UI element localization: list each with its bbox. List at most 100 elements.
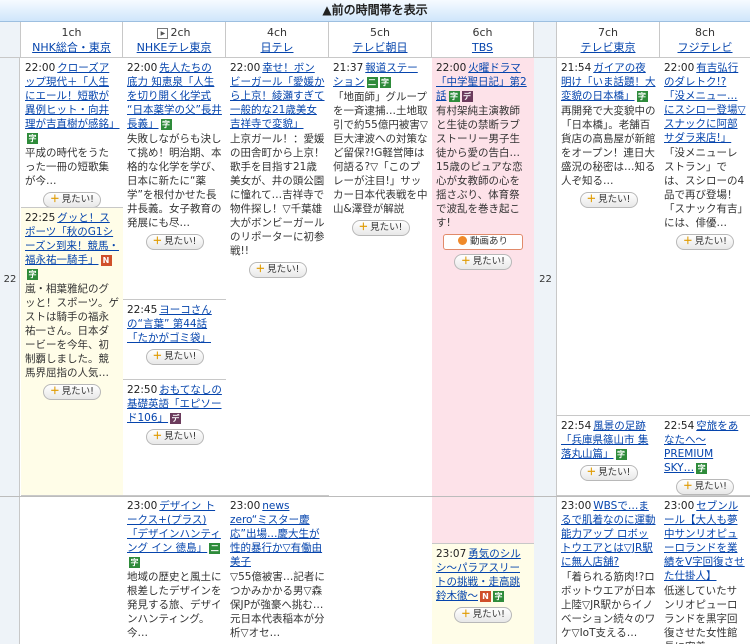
program-description: ▽55億被害…記者につかみかかる男▽森保JPが強豪へ挑む…元日本代表稲本が分析▽… xyxy=(230,571,325,639)
program-time: 23:00 xyxy=(127,500,158,512)
data-broadcast-badge-icon: デ xyxy=(170,413,182,424)
channel-number: 8ch xyxy=(694,26,716,39)
channel-header-7: 7ch テレビ東京 xyxy=(557,22,660,58)
program-time: 23:00 xyxy=(230,500,261,512)
caption-badge-icon: 字 xyxy=(27,269,38,280)
program-time: 22:00 xyxy=(127,62,158,74)
want-to-watch-button[interactable]: ＋見たい! xyxy=(145,429,204,445)
play-icon[interactable]: ▶ xyxy=(157,28,169,39)
hour-label: 22 xyxy=(539,274,552,285)
hour-header-blank xyxy=(0,22,21,58)
program-time: 22:00 xyxy=(436,62,467,74)
program-description: 有村架純主演教師と生徒の禁断ラブストーリー男子生徒から愛の告白…15歳のピュアな… xyxy=(436,105,523,229)
program-description: 失敗しながらも決して挑め！明治期、本格的な化学を学び、日本に新たに“薬学”を根付… xyxy=(127,133,222,229)
want-to-watch-button[interactable]: ＋見たい! xyxy=(145,349,204,365)
live-badge-icon: N xyxy=(100,255,112,266)
program-time: 22:25 xyxy=(25,212,56,224)
channel-link-tvasahi[interactable]: テレビ朝日 xyxy=(353,41,408,54)
program-fuji-2200[interactable]: 22:00 有吉弘行のダレトク!?「没メニュー…にスシロー登場▽スナックに阿部サダ… xyxy=(660,58,750,416)
program-time: 22:50 xyxy=(127,384,158,396)
channel-number: 2ch xyxy=(170,26,191,39)
program-description: 上京ガール！：愛媛の田舎町から上京！歌手を目指す21歳美女が、井の頭公園に憧れて… xyxy=(230,133,325,257)
want-to-watch-button[interactable]: ＋見たい! xyxy=(676,479,734,495)
want-to-watch-button[interactable]: ＋見たい! xyxy=(351,220,410,236)
channel-link-ntv[interactable]: 日テレ xyxy=(261,41,294,54)
hour-label: 22 xyxy=(3,274,17,285)
channel-link-fuji[interactable]: フジテレビ xyxy=(678,41,733,54)
program-title[interactable]: セブンルール【大人も夢中サンリオピューロランドを業績をV字回復させた仕掛人】 xyxy=(664,500,745,582)
want-to-watch-button[interactable]: ＋見たい! xyxy=(579,192,638,208)
program-tvtokyo-2154[interactable]: 21:54 ガイアの夜明け「いま話題！大変貌の日本橋」字 再開発で大変貌中の「日本… xyxy=(557,58,660,416)
program-nhk-2200[interactable]: 22:00 クローズアップ現代＋「人生にエール！短歌が異例ヒット・向井理が吉直樹が… xyxy=(21,58,123,208)
channel-header-5: 5ch テレビ朝日 xyxy=(329,22,432,58)
caption-badge-icon: 字 xyxy=(160,119,172,130)
program-time: 21:37 xyxy=(333,62,364,74)
want-to-watch-button[interactable]: ＋見たい! xyxy=(454,254,512,270)
program-description: 「着られる筋肉!?ロボットウエアが日本上陸▽JR駅からイノベーション続々のワケ▽… xyxy=(561,571,656,639)
program-tvtokyo-2300[interactable]: 23:00 WBSで…まるで肌着なのに運動能力アップ ロボットウエアとは▽JR駅に… xyxy=(557,496,660,644)
program-etele-2245[interactable]: 22:45 ヨーコさんの“言葉” 第44話「たかがゴミ袋」 ＋見たい! xyxy=(123,300,226,380)
program-description: 地域の歴史と風土に根差したデザインを発見する旅、デザインハンティング。今… xyxy=(127,571,222,639)
program-tvtokyo-2254[interactable]: 22:54 風景の足跡「兵庫県篠山市 集落丸山篇」字 ＋見たい! xyxy=(557,416,660,496)
channel-number: 4ch xyxy=(266,26,288,39)
caption-badge-icon: 字 xyxy=(636,91,648,102)
channel-header-6: 6ch TBS xyxy=(432,22,534,58)
program-time: 22:00 xyxy=(664,62,695,74)
channel-link-tvtokyo[interactable]: テレビ東京 xyxy=(581,41,636,54)
caption-badge-icon: 字 xyxy=(696,463,708,474)
channel-header-1: 1ch NHK総合・東京 xyxy=(21,22,123,58)
want-to-watch-button[interactable]: ＋見たい! xyxy=(43,192,101,207)
program-time: 21:54 xyxy=(561,62,592,74)
program-tvasahi-2137[interactable]: 21:37 報道ステーション二字 「地面師」グループを一斉逮捕…土地取引で約55億… xyxy=(329,58,432,644)
program-etele-2300[interactable]: 23:00 デザイン トークス+(プラス)「デザインハンティング イン 徳島」 二字… xyxy=(123,496,226,644)
channel-link-etele[interactable]: NHKEテレ東京 xyxy=(137,41,212,54)
program-etele-2250[interactable]: 22:50 おもてなしの基礎英語「エピソード106」デ ＋見たい! xyxy=(123,380,226,496)
bilingual-badge-icon: 二 xyxy=(366,77,378,88)
hour-boundary-line xyxy=(0,496,750,497)
channel-header-8: 8ch フジテレビ xyxy=(660,22,750,58)
channel-number: 5ch xyxy=(369,26,391,39)
program-time: 23:07 xyxy=(436,548,467,560)
program-time: 23:00 xyxy=(561,500,592,512)
caption-badge-icon: 字 xyxy=(493,591,504,602)
program-fuji-2254[interactable]: 22:54 空旅をあなたへ～PREMIUM SKY… 字 ＋見たい! xyxy=(660,416,750,496)
program-etele-2200[interactable]: 22:00 先人たちの底力 知恵泉「人生を切り開く化学式 “日本薬学の父”長井長義… xyxy=(123,58,226,300)
program-fuji-2300[interactable]: 23:00 セブンルール【大人も夢中サンリオピューロランドを業績をV字回復させた仕… xyxy=(660,496,750,644)
caption-badge-icon: 字 xyxy=(379,77,391,88)
caption-badge-icon: 字 xyxy=(129,557,140,568)
caption-badge-icon: 字 xyxy=(448,91,460,102)
program-description: 平成の時代をうたった一冊の短歌集が今… xyxy=(25,147,109,187)
program-time: 22:00 xyxy=(230,62,261,74)
channel-link-nhk[interactable]: NHK総合・東京 xyxy=(32,41,111,54)
program-nhk-2300 xyxy=(21,496,123,644)
program-tbs-2307[interactable]: 23:07 勇気のシルシ～パラアスリートの挑戦・走高跳 鈴木徹～ N 字 ＋見たい! xyxy=(432,544,534,644)
channel-number: 7ch xyxy=(597,26,619,39)
want-to-watch-button[interactable]: ＋見たい! xyxy=(43,384,101,400)
video-icon xyxy=(457,236,467,245)
hour-column-middle: 22 xyxy=(534,58,557,644)
hour-column-left: 22 xyxy=(0,58,20,644)
want-to-watch-button[interactable]: ＋見たい! xyxy=(676,234,734,250)
want-to-watch-button[interactable]: ＋見たい! xyxy=(454,607,512,623)
program-description: 「地面師」グループを一斉逮捕…土地取引で約55億円被害▽巨大津波への対策など留保… xyxy=(333,91,428,215)
program-time: 23:00 xyxy=(664,500,695,512)
program-description: 再開発で大変貌中の「日本橋」。老舗百貨店の高島屋が新館をオープン！連日大盛況の秘… xyxy=(561,105,656,187)
caption-badge-icon: 字 xyxy=(27,133,38,144)
program-time: 22:54 xyxy=(561,420,592,432)
want-to-watch-button[interactable]: ＋見たい! xyxy=(145,234,204,250)
channel-link-tbs[interactable]: TBS xyxy=(472,41,493,54)
program-time: 22:45 xyxy=(127,304,158,316)
program-ntv-2300[interactable]: 23:00 news zero“ミスター慶応”出場…慶大生が性的暴行か▽有働由美子… xyxy=(226,496,329,644)
program-ntv-2200[interactable]: 22:00 幸せ！ボンビーガール「愛媛から上京！綾瀬すぎて一般的な21歳美女吉祥寺… xyxy=(226,58,329,496)
want-to-watch-button[interactable]: ＋見たい! xyxy=(579,465,638,481)
channel-header-4: 4ch 日テレ xyxy=(226,22,329,58)
program-title[interactable]: 有吉弘行のダレトク!?「没メニュー…にスシロー登場▽スナックに阿部サダラ来店!」 xyxy=(664,62,746,144)
program-tbs-2200[interactable]: 22:00 火曜ドラマ「中学聖日記」第2話字デ 有村架純主演教師と生徒の禁断ラブス… xyxy=(432,58,534,544)
program-time: 22:54 xyxy=(664,420,695,432)
show-previous-timeslot-bar[interactable]: ▲前の時間帯を表示 xyxy=(0,0,750,22)
want-to-watch-button[interactable]: ＋見たい! xyxy=(248,262,307,278)
video-available-button[interactable]: 動画あり xyxy=(443,234,523,250)
hour-header-blank-2 xyxy=(534,22,557,58)
caption-badge-icon: 字 xyxy=(615,449,627,460)
program-nhk-2225[interactable]: 22:25 グッと！スポーツ「秋のG1シーズン到来！競馬・福永祐一騎手」 N字 嵐・… xyxy=(21,208,123,496)
